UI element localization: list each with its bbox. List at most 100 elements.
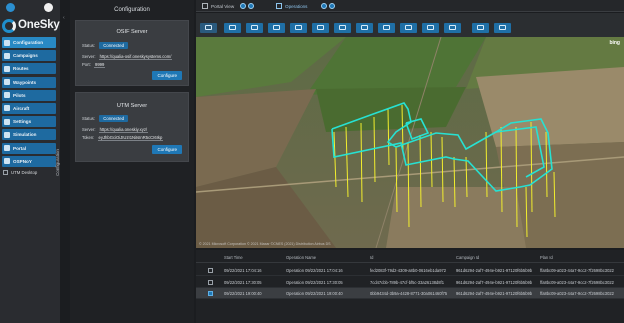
sidebar-item-simulation[interactable]: Simulation [2, 129, 56, 141]
vertical-tab[interactable]: Configuration [55, 120, 70, 240]
col-operation-name[interactable]: Operation Name [286, 255, 316, 260]
table-row[interactable]: 09/22/2021 17:30:05 Operation 09/22/2021 … [196, 277, 624, 288]
sidebar-item-aircraft[interactable]: Aircraft [2, 102, 56, 114]
port-label: Port: [82, 62, 91, 67]
sidebar-item-label: Configuration [13, 40, 44, 45]
sidebar-item-label: OSPNoY [13, 158, 32, 164]
sidebar-item-ospnoy[interactable]: OSPNoY [2, 155, 56, 167]
sidebar-item-label: Pilots [13, 92, 26, 98]
route-icon [229, 25, 236, 30]
vertical-tab-label: Configuration [54, 149, 60, 176]
arrow-icon [295, 25, 302, 30]
tool-button-9[interactable] [400, 23, 417, 33]
arrow-icon [317, 25, 324, 30]
swap-tool-button[interactable] [200, 23, 217, 33]
sidebar-item-label: Settings [13, 119, 32, 125]
cell-name: Operation 09/22/2021 19:00:40 [286, 291, 343, 296]
plane-icon [4, 105, 10, 112]
tool-button-13[interactable] [494, 23, 511, 33]
tool-button-8[interactable] [378, 23, 395, 33]
sidebar-item-campaigns[interactable]: Campaigns [2, 50, 56, 62]
server-label: Server: [82, 54, 96, 59]
osif-server-card: OSIF Server Status: Connected Server: ht… [75, 20, 189, 86]
onesky-logo: OneSky [2, 18, 60, 34]
sidebar-item-settings[interactable]: Settings [2, 116, 56, 128]
utm-server-row: Server: https://qualia.oneskiy.xyz/ [82, 127, 149, 133]
tool-button-7[interactable] [356, 23, 373, 33]
moon-icon[interactable] [6, 3, 15, 12]
arrow-icon [273, 25, 280, 30]
chat-icon [477, 25, 484, 30]
sliders-icon [4, 118, 10, 125]
utm-desktop-checkbox[interactable]: UTM Desktop [2, 169, 56, 177]
row-checkbox[interactable] [208, 268, 213, 273]
table-row[interactable]: 09/22/2021 17:04:16 Operation 09/22/2021 … [196, 265, 624, 276]
port-field[interactable]: 9999 [94, 62, 106, 68]
tool-button-10[interactable] [422, 23, 439, 33]
satellite-map[interactable] [196, 37, 624, 248]
tab-portal-view[interactable]: Portal View [202, 1, 255, 11]
sidebar-item-waypoints[interactable]: Waypoints [2, 76, 56, 88]
utm-server-card: UTM Server Status: Connected Server: htt… [75, 92, 189, 162]
close-icon[interactable] [329, 3, 336, 9]
status-label: Status: [82, 43, 96, 48]
cell-id: fed2083f-79d2-4309-a8b0-0616eb1da972 [370, 268, 447, 273]
utm-status-row: Status: Connected [82, 115, 129, 122]
tool-button-4[interactable] [290, 23, 307, 33]
swap-icon [205, 25, 212, 30]
status-label: Status: [82, 116, 96, 121]
arrow-icon [251, 25, 258, 30]
map-view[interactable]: © 2021 Microsoft Corporation © 2021 Maxa… [196, 37, 624, 248]
col-plan-id[interactable]: Plan Id [540, 255, 553, 260]
tab-label: Operations [285, 3, 308, 9]
map-attribution: © 2021 Microsoft Corporation © 2021 Maxa… [199, 242, 331, 246]
osif-configure-button[interactable]: Configure [152, 71, 182, 80]
server-field[interactable]: https://qualia.oneskiy.xyz/ [98, 127, 149, 133]
portal-icon [4, 145, 10, 151]
tab-label: Portal View [211, 3, 235, 9]
cell-start: 09/22/2021 17:04:16 [224, 268, 262, 273]
refresh-icon[interactable] [321, 3, 328, 9]
tool-button-3[interactable] [268, 23, 285, 33]
utm-configure-button[interactable]: Configure [152, 145, 182, 154]
operations-table: Start Time Operation Name Id Campaign Id… [196, 250, 624, 323]
tool-button-2[interactable] [246, 23, 263, 33]
bing-logo: bing [609, 40, 620, 46]
col-campaign-id[interactable]: Campaign Id [456, 255, 479, 260]
circle-icon[interactable] [44, 3, 53, 12]
server-field[interactable]: https://qualia-osif.oneskysystems.com/ [98, 54, 173, 60]
tool-button-11[interactable] [444, 23, 461, 33]
arrow-icon [339, 25, 346, 30]
sidebar-item-label: Aircraft [13, 105, 30, 111]
sidebar-item-label: Campaigns [13, 53, 38, 59]
collapse-chevron-icon[interactable]: ‹ [63, 15, 65, 21]
row-checkbox[interactable] [208, 279, 213, 285]
token-field[interactable]: eyJhbGciOiJIUzI1NiIsInR5cCI6Ikp [97, 135, 164, 141]
refresh-icon[interactable] [240, 3, 247, 9]
sidebar: OneSky Configuration Campaigns Routes Waypo… [0, 0, 60, 323]
window-controls [0, 0, 60, 14]
sidebar-item-pilots[interactable]: Pilots [2, 89, 56, 101]
gear-icon [4, 39, 10, 46]
route-icon [4, 65, 10, 72]
row-checkbox[interactable] [208, 291, 213, 296]
osif-port-row: Port: 9999 [82, 62, 106, 68]
sidebar-item-label: Simulation [13, 132, 37, 138]
sidebar-nav: Configuration Campaigns Routes Waypoints Pil… [2, 37, 56, 177]
status-badge: Connected [99, 115, 129, 122]
col-id[interactable]: Id [370, 255, 373, 260]
tool-button-5[interactable] [312, 23, 329, 33]
sidebar-item-routes[interactable]: Routes [2, 63, 56, 75]
col-start-time[interactable]: Start Time [224, 255, 243, 260]
arrow-icon [361, 25, 368, 30]
checkbox-icon[interactable] [3, 170, 8, 176]
cell-start: 09/22/2021 19:00:40 [224, 291, 262, 296]
tool-button-1[interactable] [224, 23, 241, 33]
tool-button-6[interactable] [334, 23, 351, 33]
sidebar-item-portal[interactable]: Portal [2, 142, 56, 154]
sidebar-item-configuration[interactable]: Configuration [2, 37, 56, 48]
table-row[interactable]: 09/22/2021 19:00:40 Operation 09/22/2021 … [196, 288, 624, 299]
close-icon[interactable] [248, 3, 255, 9]
tab-operations[interactable]: Operations [276, 1, 336, 11]
tool-button-12[interactable] [472, 23, 489, 33]
